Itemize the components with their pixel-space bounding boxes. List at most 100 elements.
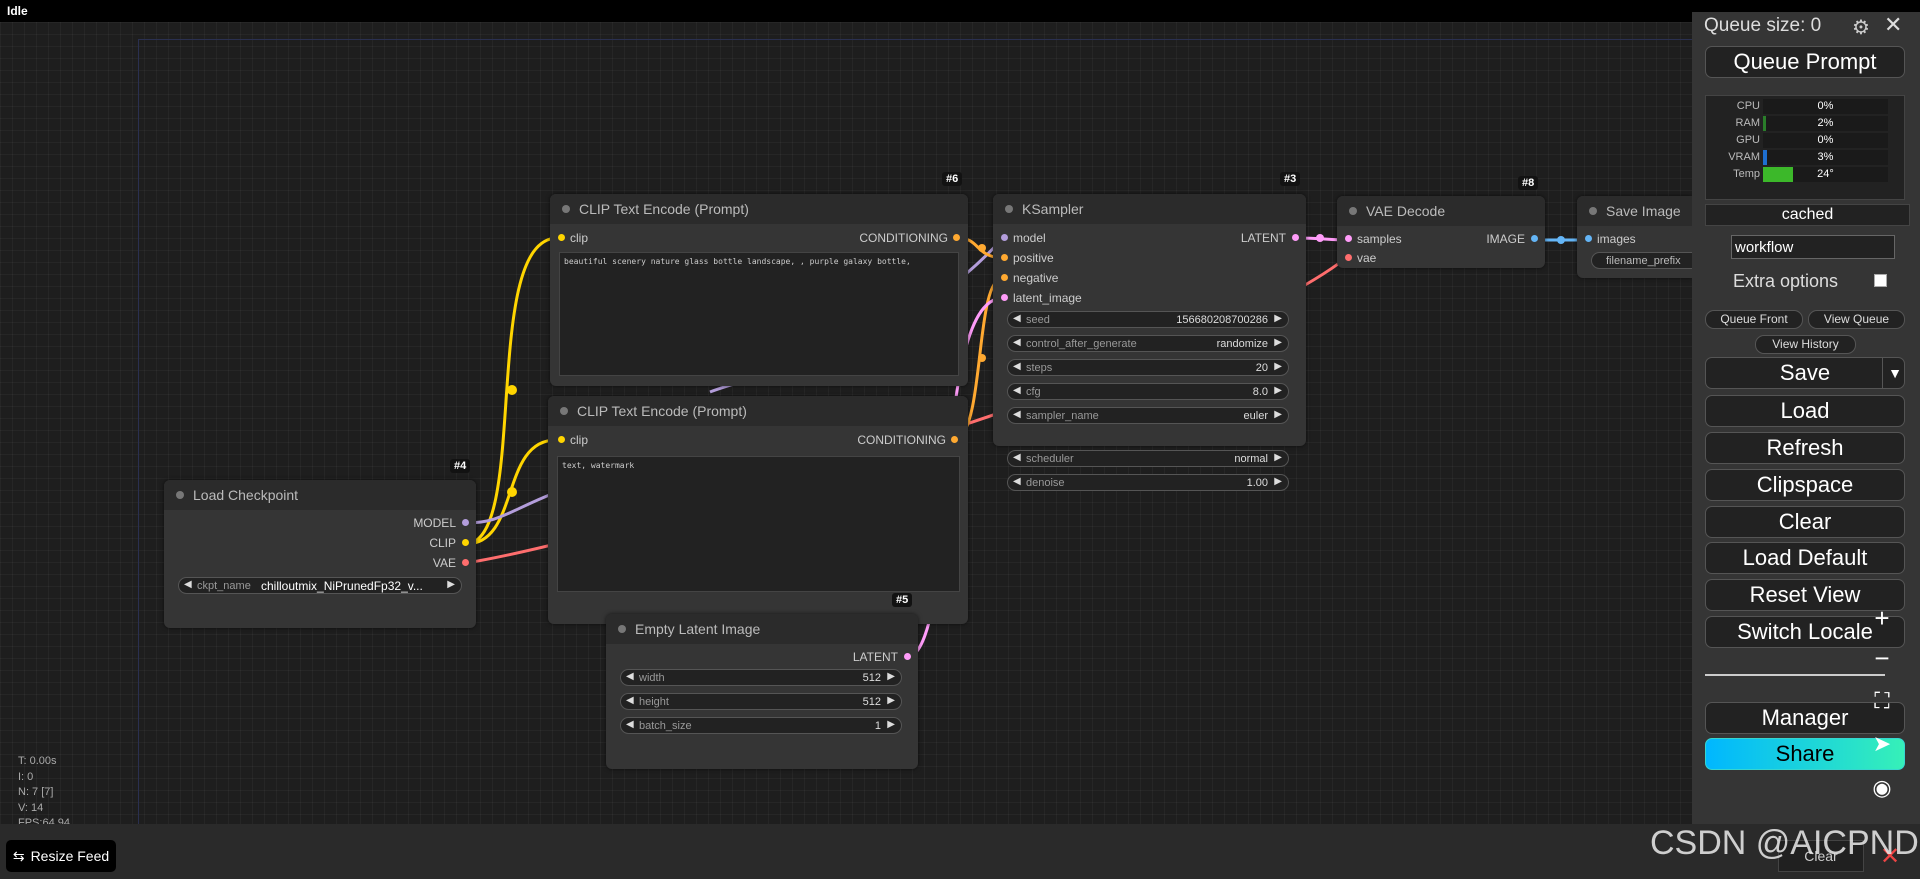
cfg-widget[interactable]: ◀ cfg 8.0 ▶ [1007, 383, 1289, 400]
close-icon[interactable]: ✕ [1884, 12, 1902, 38]
load-default-button[interactable]: Load Default [1705, 542, 1905, 574]
slot-dot[interactable] [1345, 235, 1352, 242]
chevron-down-icon[interactable]: ▼ [1882, 358, 1904, 388]
node-title-bar[interactable]: CLIP Text Encode (Prompt) [548, 396, 968, 426]
zoom-out-icon[interactable]: − [1858, 638, 1906, 678]
right-arrow-icon[interactable]: ▶ [1274, 452, 1282, 463]
gear-icon[interactable]: ⚙ [1852, 15, 1870, 40]
input-slot-positive[interactable]: positive [1001, 251, 1054, 265]
extra-options-checkbox[interactable] [1874, 274, 1887, 287]
input-slot-latent-image[interactable]: latent_image [1001, 291, 1082, 305]
slot-dot[interactable] [1531, 235, 1538, 242]
save-image-node[interactable]: Save Image images filename_prefix [1577, 196, 1692, 278]
reroute-dot[interactable] [978, 354, 986, 362]
left-arrow-icon[interactable]: ◀ [626, 671, 634, 682]
view-history-button[interactable]: View History [1755, 335, 1856, 354]
slot-dot[interactable] [1001, 234, 1008, 241]
left-arrow-icon[interactable]: ◀ [626, 695, 634, 706]
left-arrow-icon[interactable]: ◀ [626, 719, 634, 730]
ksampler-node[interactable]: KSampler model positive negative latent_… [993, 194, 1306, 446]
fit-view-icon[interactable]: ⛶ [1858, 681, 1906, 721]
collapse-dot[interactable] [560, 407, 568, 415]
slot-dot[interactable] [558, 436, 565, 443]
clear-button[interactable]: Clear [1705, 506, 1905, 538]
seed-widget[interactable]: ◀ seed 156680208700286 ▶ [1007, 311, 1289, 328]
collapse-dot[interactable] [562, 205, 570, 213]
left-arrow-icon[interactable]: ◀ [1013, 452, 1021, 463]
clip-text-encode-positive-node[interactable]: CLIP Text Encode (Prompt) clip CONDITION… [550, 194, 968, 386]
output-slot-latent[interactable]: LATENT [853, 650, 911, 664]
slot-dot[interactable] [558, 234, 565, 241]
control-after-generate-widget[interactable]: ◀ control_after_generate randomize ▶ [1007, 335, 1289, 352]
view-queue-button[interactable]: View Queue [1808, 310, 1905, 329]
slot-dot[interactable] [1001, 274, 1008, 281]
collapse-dot[interactable] [618, 625, 626, 633]
slot-dot[interactable] [1001, 294, 1008, 301]
slot-dot[interactable] [953, 234, 960, 241]
input-slot-clip[interactable]: clip [558, 433, 588, 447]
left-arrow-icon[interactable]: ◀ [1013, 476, 1021, 487]
left-arrow-icon[interactable]: ◀ [1013, 409, 1021, 420]
queue-prompt-button[interactable]: Queue Prompt [1705, 46, 1905, 78]
prompt-textarea[interactable]: beautiful scenery nature glass bottle la… [559, 252, 959, 376]
reroute-dot[interactable] [1316, 234, 1324, 242]
slot-dot[interactable] [1292, 234, 1299, 241]
queue-front-button[interactable]: Queue Front [1705, 310, 1803, 329]
right-arrow-icon[interactable]: ▶ [1274, 361, 1282, 372]
collapse-dot[interactable] [1589, 207, 1597, 215]
input-slot-images[interactable]: images [1585, 232, 1636, 246]
filename-prefix-widget[interactable]: filename_prefix [1591, 252, 1692, 269]
prompt-textarea[interactable]: text, watermark [557, 456, 960, 592]
output-slot-conditioning[interactable]: CONDITIONING [859, 231, 960, 245]
ckpt-name-combo[interactable]: ◀ ckpt_name chilloutmix_NiPrunedFp32_v..… [178, 577, 462, 594]
zoom-in-icon[interactable]: + [1858, 598, 1906, 638]
slot-dot[interactable] [1585, 235, 1592, 242]
output-slot-vae[interactable]: VAE [433, 556, 469, 570]
reroute-dot[interactable] [507, 487, 517, 497]
right-arrow-icon[interactable]: ▶ [1274, 409, 1282, 420]
clip-text-encode-negative-node[interactable]: CLIP Text Encode (Prompt) clip CONDITION… [548, 396, 968, 624]
output-slot-conditioning[interactable]: CONDITIONING [857, 433, 958, 447]
reroute-dot[interactable] [978, 244, 986, 252]
reroute-dot[interactable] [507, 385, 517, 395]
sampler-name-widget[interactable]: ◀ sampler_name euler ▶ [1007, 407, 1289, 424]
right-arrow-icon[interactable]: ▶ [887, 671, 895, 682]
slot-dot[interactable] [1345, 254, 1352, 261]
output-slot-latent[interactable]: LATENT [1241, 231, 1299, 245]
input-slot-negative[interactable]: negative [1001, 271, 1058, 285]
input-slot-clip[interactable]: clip [558, 231, 588, 245]
right-arrow-icon[interactable]: ▶ [1274, 476, 1282, 487]
reroute-dot[interactable] [1557, 236, 1565, 244]
collapse-dot[interactable] [1349, 207, 1357, 215]
output-slot-image[interactable]: IMAGE [1486, 232, 1538, 246]
eye-icon[interactable]: ◉ [1858, 768, 1906, 808]
batch-size-widget[interactable]: ◀ batch_size 1 ▶ [620, 717, 902, 734]
slot-dot[interactable] [462, 519, 469, 526]
height-widget[interactable]: ◀ height 512 ▶ [620, 693, 902, 710]
right-arrow-icon[interactable]: ▶ [1274, 385, 1282, 396]
empty-latent-image-node[interactable]: Empty Latent Image LATENT ◀ width 512 ▶ ◀ he… [606, 614, 918, 769]
collapse-dot[interactable] [1005, 205, 1013, 213]
slot-dot[interactable] [1001, 254, 1008, 261]
input-slot-model[interactable]: model [1001, 231, 1046, 245]
output-slot-model[interactable]: MODEL [413, 516, 469, 530]
left-arrow-icon[interactable]: ◀ [1013, 313, 1021, 324]
right-arrow-icon[interactable]: ▶ [887, 695, 895, 706]
graph-canvas[interactable]: #6 CLIP Text Encode (Prompt) clip CONDIT… [0, 22, 1692, 824]
right-arrow-icon[interactable]: ▶ [447, 579, 455, 590]
output-slot-clip[interactable]: CLIP [429, 536, 469, 550]
save-button[interactable]: Save ▼ [1705, 357, 1905, 389]
collapse-dot[interactable] [176, 491, 184, 499]
workflow-name-input[interactable] [1731, 235, 1895, 259]
load-button[interactable]: Load [1705, 395, 1905, 427]
node-title-bar[interactable]: Load Checkpoint [164, 480, 476, 510]
input-slot-vae[interactable]: vae [1345, 251, 1376, 265]
slot-dot[interactable] [904, 653, 911, 660]
slot-dot[interactable] [462, 539, 469, 546]
denoise-widget[interactable]: ◀ denoise 1.00 ▶ [1007, 474, 1289, 491]
scheduler-widget[interactable]: ◀ scheduler normal ▶ [1007, 450, 1289, 467]
refresh-button[interactable]: Refresh [1705, 432, 1905, 464]
right-arrow-icon[interactable]: ▶ [1274, 313, 1282, 324]
node-title-bar[interactable]: VAE Decode [1337, 196, 1545, 226]
right-arrow-icon[interactable]: ▶ [887, 719, 895, 730]
